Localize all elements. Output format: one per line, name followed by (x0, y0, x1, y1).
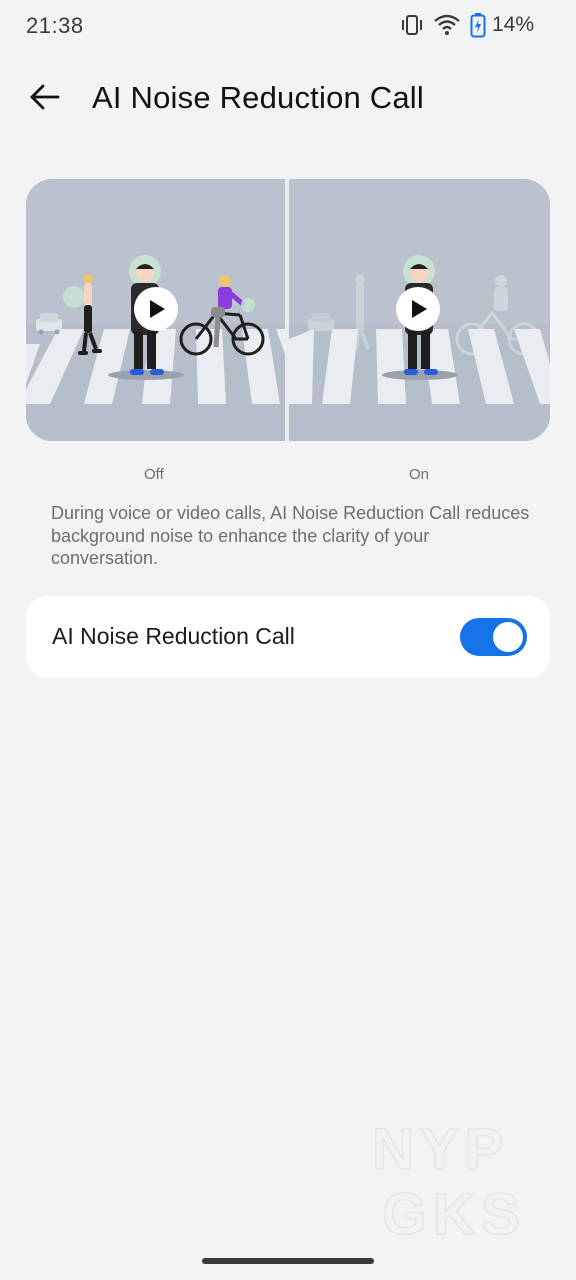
noise-reduction-setting-row[interactable]: AI Noise Reduction Call (26, 596, 550, 678)
battery-percent: 14% (491, 13, 534, 36)
battery-charging-icon (470, 12, 486, 38)
status-bar: 21:38 14% (0, 0, 576, 52)
noise-reduction-demo (26, 179, 550, 441)
svg-text:GKS: GKS (382, 1182, 526, 1244)
toggle-knob (493, 622, 523, 652)
noise-reduction-toggle[interactable] (460, 618, 527, 656)
vibrate-icon (400, 14, 424, 36)
home-indicator[interactable] (202, 1258, 374, 1264)
setting-label: AI Noise Reduction Call (52, 623, 295, 649)
feature-description: During voice or video calls, AI Noise Re… (51, 503, 530, 568)
demo-on-panel[interactable] (289, 179, 550, 441)
play-button-on[interactable] (396, 287, 440, 331)
caption-on: On (409, 466, 430, 483)
demo-off-panel[interactable] (26, 179, 285, 441)
watermark-logo: NYP GKS (371, 1114, 562, 1248)
status-time: 21:38 (26, 13, 84, 38)
caption-off: Off (144, 466, 164, 483)
wifi-icon (434, 14, 460, 36)
svg-text:NYP: NYP (372, 1117, 509, 1182)
page-title: AI Noise Reduction Call (92, 80, 424, 115)
play-button-off[interactable] (134, 287, 178, 331)
app-bar: AI Noise Reduction Call (0, 70, 576, 126)
back-arrow-icon[interactable] (28, 82, 62, 112)
status-icons: 14% (400, 12, 534, 38)
